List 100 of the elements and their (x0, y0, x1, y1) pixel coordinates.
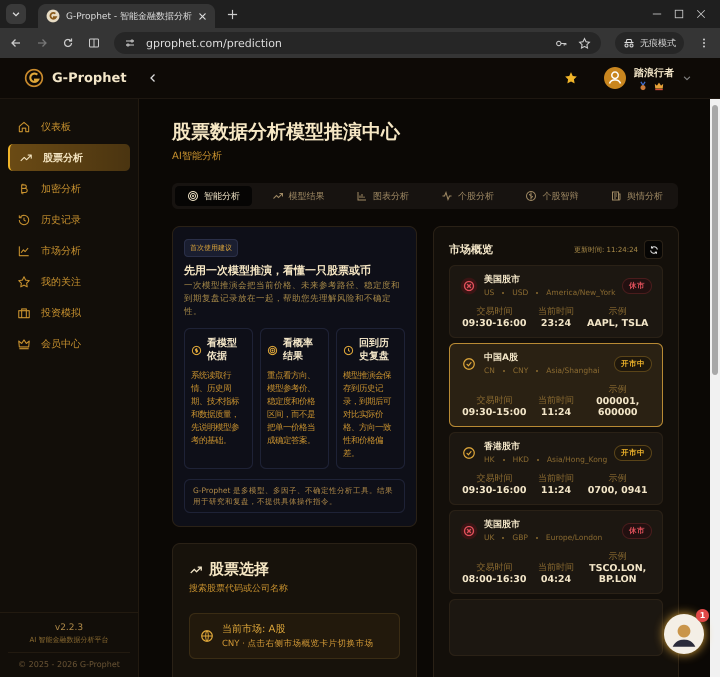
url-text: gprophet.com/prediction (146, 36, 282, 50)
field-label: 交易时间 (475, 562, 514, 574)
bar-chart-icon (356, 190, 368, 202)
split-view-icon[interactable] (88, 37, 100, 49)
incognito-button[interactable]: 无痕模式 (615, 32, 684, 54)
tab[interactable]: 模型结果 (260, 186, 337, 206)
pulse-icon (440, 190, 453, 202)
version-label: v2.2.3 (54, 623, 84, 633)
star-icon (17, 274, 31, 288)
separator-dot (502, 292, 504, 294)
section-title: 股票选择 (209, 560, 269, 579)
field-label: 示例 (608, 306, 628, 318)
globe-icon (200, 629, 214, 643)
briefcase-icon (17, 306, 31, 320)
separator-dot (536, 458, 539, 460)
separator-dot (536, 292, 538, 294)
current-market-label: 当前市场: A股 (222, 622, 286, 636)
sidebar-item[interactable]: 我的关注 (8, 268, 130, 295)
user-name: 踏浪行者 (634, 66, 674, 80)
sidebar-item[interactable]: 股票分析 (8, 144, 130, 171)
field-label: 当前时间 (536, 394, 575, 407)
separator-dot (536, 370, 538, 372)
field-label: 交易时间 (475, 306, 514, 318)
sidebar-item[interactable]: 历史记录 (8, 206, 130, 233)
current-time: 04:24 (540, 574, 572, 585)
example-tickers: 0700, 0941 (586, 485, 649, 496)
crown-icon (654, 80, 664, 90)
newspaper-icon (610, 190, 622, 202)
tab-title: G-Prophet - 智能金融数据分析 (66, 10, 192, 22)
sidebar-item[interactable]: 投资模拟 (8, 299, 130, 326)
maximize-icon[interactable] (674, 9, 684, 19)
back-icon[interactable] (10, 37, 22, 49)
logo-icon (46, 9, 60, 23)
field-label: 交易时间 (475, 394, 514, 407)
home-icon (17, 120, 31, 134)
tab[interactable]: 个股分析 (428, 186, 506, 206)
current-time: 11:24 (540, 407, 572, 418)
tip-text: 重点看方向、模型参考价、稳定度和价格区间，而不是把单一价格当成确定答案。 (267, 369, 316, 447)
browser-tab[interactable]: G-Prophet - 智能金融数据分析 (38, 4, 215, 28)
trading-hours: 09:30-16:00 (461, 485, 528, 496)
tab[interactable]: 舆情分析 (598, 186, 675, 206)
trading-hours: 08:00-16:30 (461, 574, 528, 585)
scrollbar[interactable] (710, 99, 720, 677)
clock-icon (343, 344, 354, 356)
close-icon[interactable] (198, 12, 207, 20)
separator-dot (502, 370, 505, 372)
star-icon[interactable] (564, 71, 578, 85)
market-name: 英国股市 (484, 518, 521, 531)
site-settings-icon[interactable] (124, 37, 136, 49)
separator-dot (502, 458, 505, 460)
example-tickers: TSCO.LON, BP.LON (588, 563, 648, 585)
current-time: 23:24 (540, 318, 572, 329)
intro-text: 一次模型推演会把当前价格、未来参考路径、稳定度和到期复盘记录放在一起，帮助您先理解风险和不确定性。 (184, 280, 401, 319)
market-name: 中国A股 (484, 351, 519, 364)
page-title: 股票数据分析模型推演中心 (172, 120, 402, 145)
field-label: 示例 (608, 384, 628, 396)
tab[interactable]: 个股智辩 (513, 186, 590, 206)
sidebar-item[interactable]: 仪表板 (8, 113, 130, 140)
new-tab-icon[interactable] (226, 8, 238, 20)
field-label: 当前时间 (536, 472, 575, 485)
market-name: 香港股市 (484, 440, 521, 453)
sidebar-item[interactable]: 市场分析 (8, 237, 130, 264)
bookmark-star-icon[interactable] (578, 36, 591, 50)
logo-icon (24, 68, 44, 88)
target-icon (187, 190, 199, 202)
field-label: 当前时间 (536, 306, 575, 318)
example-tickers: 000001, 600000 (595, 396, 640, 418)
incognito-icon (623, 37, 635, 49)
section-subtitle: 搜索股票代码或公司名称 (189, 582, 289, 595)
tip-title: 看概率结果 (283, 337, 314, 363)
reload-icon[interactable] (62, 37, 74, 49)
tip-title: 回到历史复盘 (359, 337, 390, 363)
sidebar-item[interactable]: 会员中心 (8, 330, 130, 357)
trading-hours: 09:30-16:00 (461, 318, 528, 329)
user-avatar[interactable] (604, 67, 626, 89)
market-hint: CNY · 点击右侧市场概览卡片切换市场 (222, 638, 374, 650)
close-icon[interactable] (696, 9, 706, 19)
tab[interactable]: 智能分析 (175, 186, 252, 206)
separator-dot (536, 536, 538, 538)
market-name: 美国股市 (484, 273, 521, 286)
page-subtitle: AI智能分析 (172, 150, 223, 163)
field-label: 交易时间 (475, 472, 514, 485)
current-time: 11:24 (540, 485, 572, 496)
field-label: 当前时间 (536, 562, 575, 574)
history-icon (17, 212, 31, 226)
coin-icon (191, 344, 202, 356)
refresh-button[interactable] (644, 240, 663, 259)
sidebar-item[interactable]: 加密分析 (8, 175, 130, 202)
brand-name: G-Prophet (52, 70, 127, 86)
forward-icon[interactable] (36, 37, 48, 49)
crown-icon (17, 336, 31, 350)
tip-title: 看模型依据 (207, 337, 238, 363)
field-label: 示例 (608, 473, 628, 485)
tip-text: 模型推演会保存到历史记录，到期后可对比实际价格、方向一致性和价格偏差。 (343, 369, 392, 460)
address-bar[interactable]: gprophet.com/prediction (114, 32, 601, 54)
tab-list-button[interactable] (6, 4, 26, 24)
copyright: © 2025 - 2026 G-Prophet (18, 660, 120, 669)
trading-hours: 09:30-15:00 (461, 407, 528, 418)
refresh-icon (648, 244, 658, 254)
tab[interactable]: 图表分析 (344, 186, 422, 206)
